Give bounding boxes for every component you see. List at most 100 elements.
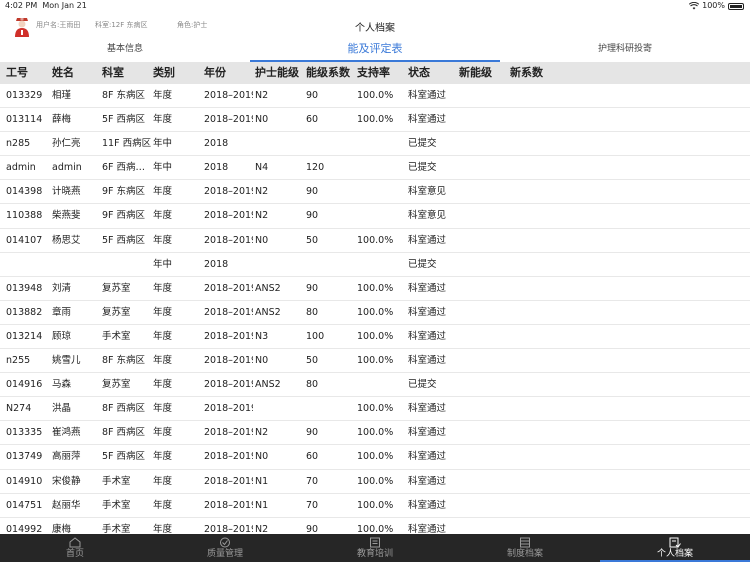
- cell-category: 年度: [153, 234, 173, 246]
- cell-category: 年度: [153, 114, 173, 126]
- table-row[interactable]: admin admin 6F 西病… 年中 2018 N4 120 已提交: [0, 156, 750, 181]
- cell-id: 013749: [6, 451, 43, 463]
- cell-level: N4: [255, 162, 269, 174]
- table-row[interactable]: 013948 刘清 复苏室 年度 2018–2019 ANS2 90 100.0% 科室通过: [0, 277, 750, 301]
- cell-coefficient: 60: [306, 114, 319, 126]
- cell-id: N274: [6, 403, 32, 415]
- cell-category: 年中: [153, 162, 173, 174]
- cell-id: 110388: [6, 210, 43, 222]
- col-header-level: 护士能级: [255, 66, 299, 79]
- tab-nursing-research[interactable]: 护理科研投寄: [500, 38, 750, 62]
- cell-support-rate: 100.0%: [357, 403, 394, 415]
- tabbar-item-education[interactable]: 教育培训: [300, 534, 450, 562]
- tabbar-item-quality[interactable]: 质量管理: [150, 534, 300, 562]
- cell-coefficient: 100: [306, 330, 325, 342]
- cell-year: 2018: [204, 138, 229, 150]
- tabbar-item-archive[interactable]: 制度档案: [450, 534, 600, 562]
- battery-icon: [728, 2, 744, 10]
- cell-id: 013882: [6, 306, 43, 318]
- cell-year: 2018–2019: [204, 499, 253, 511]
- cell-status: 科室通过: [408, 330, 447, 342]
- quality-icon: [220, 537, 230, 548]
- table-row[interactable]: 014751 赵丽华 手术室 年度 2018–2019 N1 70 100.0% 科室通过: [0, 494, 750, 518]
- evaluation-table-body[interactable]: 013329 相瑾 8F 东病区 年度 2018–2019 N2 90 100.0% 科室通过 0…: [0, 84, 750, 534]
- home-icon: [69, 537, 81, 548]
- cell-name: 柴燕斐: [52, 210, 81, 222]
- cell-id: 014992: [6, 523, 43, 534]
- cell-name: 相瑾: [52, 90, 72, 101]
- table-row[interactable]: 013882 章雨 复苏室 年度 2018–2019 ANS2 80 100.0% 科室通过: [0, 301, 750, 325]
- cell-id: 014751: [6, 499, 43, 511]
- table-row[interactable]: n255 姚雪儿 8F 东病区 年度 2018–2019 N0 50 100.0% 科室通过: [0, 349, 750, 374]
- cell-status: 科室通过: [408, 475, 447, 487]
- cell-coefficient: 90: [306, 90, 319, 101]
- col-header-dept: 科室: [102, 66, 124, 79]
- cell-support-rate: 100.0%: [357, 523, 394, 534]
- cell-level: N2: [255, 210, 269, 222]
- cell-level: N2: [255, 90, 269, 101]
- profile-header: 用户名:王雨田 科室:12F 东病区 角色:护士 个人档案: [0, 12, 750, 38]
- cell-support-rate: 100.0%: [357, 282, 394, 294]
- col-header-id: 工号: [6, 66, 28, 79]
- cell-level: N0: [255, 451, 269, 463]
- table-row[interactable]: 014992 康梅 手术室 年度 2018–2019 N2 90 100.0% 科室通过: [0, 518, 750, 534]
- cell-status: 科室意见: [408, 186, 447, 198]
- cell-level: N2: [255, 523, 269, 534]
- tab-basic-info[interactable]: 基本信息: [0, 38, 250, 62]
- table-row[interactable]: 013749 高丽萍 5F 西病区 年度 2018–2019 N0 60 100.0% 科室通过: [0, 445, 750, 470]
- cell-name: 薛梅: [52, 114, 72, 126]
- table-row[interactable]: n285 孙仁亮 11F 西病区 年中 2018 已提交: [0, 132, 750, 157]
- cell-dept: 6F 西病…: [102, 162, 146, 174]
- col-header-support-rate: 支持率: [357, 66, 390, 79]
- table-row[interactable]: 年中 2018 已提交: [0, 253, 750, 277]
- cell-status: 已提交: [408, 258, 437, 270]
- cell-year: 2018–2019: [204, 475, 253, 487]
- cell-category: 年中: [153, 258, 173, 270]
- cell-status: 科室通过: [408, 427, 447, 439]
- col-header-new-level: 新能级: [459, 66, 492, 79]
- tabbar-item-home[interactable]: 首页: [0, 534, 150, 562]
- cell-coefficient: 60: [306, 451, 319, 463]
- cell-status: 科室通过: [408, 403, 447, 415]
- table-row[interactable]: 013335 崔鸿燕 8F 西病区 年度 2018–2019 N2 90 100.0% 科室通过: [0, 421, 750, 446]
- page-title: 个人档案: [355, 23, 395, 34]
- tabbar-item-profile[interactable]: 个人档案: [600, 534, 750, 562]
- cell-level: N3: [255, 330, 269, 342]
- cell-dept: 9F 东病区: [102, 186, 146, 198]
- cell-category: 年度: [153, 355, 173, 367]
- cell-coefficient: 90: [306, 523, 319, 534]
- cell-category: 年度: [153, 330, 173, 342]
- cell-level: N2: [255, 427, 269, 439]
- table-row[interactable]: 014916 马森 复苏室 年度 2018–2019 ANS2 80 已提交: [0, 373, 750, 398]
- cell-dept: 5F 西病区: [102, 451, 146, 463]
- table-row[interactable]: 013329 相瑾 8F 东病区 年度 2018–2019 N2 90 100.0% 科室通过: [0, 84, 750, 109]
- cell-id: n285: [6, 138, 31, 150]
- cell-year: 2018–2019: [204, 210, 253, 222]
- cell-id: n255: [6, 355, 31, 367]
- tab-competency-evaluation[interactable]: 能及评定表: [250, 38, 500, 62]
- cell-coefficient: 70: [306, 475, 319, 487]
- cell-coefficient: 80: [306, 306, 319, 318]
- cell-name: 杨思艾: [52, 234, 81, 246]
- cell-dept: 11F 西病区: [102, 138, 151, 150]
- table-row[interactable]: 014910 宋俊静 手术室 年度 2018–2019 N1 70 100.0% 科室通过: [0, 470, 750, 494]
- cell-coefficient: 90: [306, 210, 319, 222]
- cell-name: 马森: [52, 379, 72, 391]
- table-row[interactable]: 014107 杨思艾 5F 西病区 年度 2018–2019 N0 50 100.0% 科室通过: [0, 229, 750, 253]
- cell-name: 刘清: [52, 282, 72, 294]
- cell-level: N2: [255, 186, 269, 198]
- cell-support-rate: 100.0%: [357, 499, 394, 511]
- archive-icon: [520, 537, 530, 548]
- table-row[interactable]: 014398 计晓燕 9F 东病区 年度 2018–2019 N2 90 科室意见: [0, 180, 750, 205]
- cell-category: 年度: [153, 475, 173, 487]
- cell-dept: 手术室: [102, 523, 131, 534]
- table-row[interactable]: N274 洪晶 8F 西病区 年度 2018–2019 100.0% 科室通过: [0, 397, 750, 422]
- cell-name: 宋俊静: [52, 475, 81, 487]
- table-row[interactable]: 013114 薛梅 5F 西病区 年度 2018–2019 N0 60 100.0% 科室通过: [0, 108, 750, 133]
- cell-coefficient: 50: [306, 234, 319, 246]
- table-row[interactable]: 013214 顾琼 手术室 年度 2018–2019 N3 100 100.0% 科室通过: [0, 325, 750, 350]
- cell-status: 科室通过: [408, 306, 447, 318]
- cell-name: admin: [52, 162, 82, 174]
- table-row[interactable]: 110388 柴燕斐 9F 西病区 年度 2018–2019 N2 90 科室意见: [0, 204, 750, 229]
- cell-dept: 手术室: [102, 499, 131, 511]
